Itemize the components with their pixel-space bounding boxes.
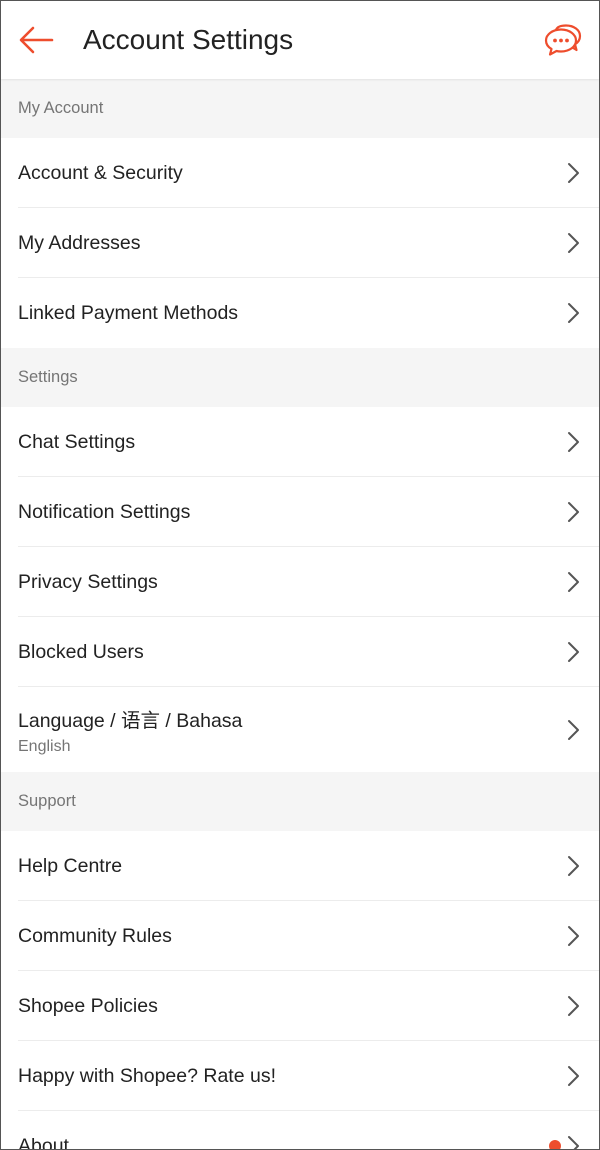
- screen: Account Settings My Account Account & Se…: [0, 0, 600, 1150]
- chevron-right-icon: [563, 924, 583, 948]
- section-header-support: Support: [1, 772, 599, 831]
- page-title: Account Settings: [83, 24, 294, 55]
- chat-bubbles-icon: [544, 24, 582, 56]
- item-label: Shopee Policies: [18, 994, 158, 1017]
- chevron-right-icon: [563, 640, 583, 664]
- arrow-left-icon: [19, 26, 54, 54]
- settings-item-about[interactable]: About: [1, 1111, 599, 1150]
- settings-item-privacy-settings[interactable]: Privacy Settings: [1, 547, 599, 617]
- chevron-right-icon: [563, 231, 583, 255]
- chevron-right-icon: [563, 854, 583, 878]
- chevron-right-icon: [563, 1064, 583, 1088]
- chat-button[interactable]: [533, 1, 593, 79]
- settings-item-my-addresses[interactable]: My Addresses: [1, 208, 599, 278]
- chevron-right-icon: [563, 161, 583, 185]
- chevron-right-icon: [563, 500, 583, 524]
- settings-item-language[interactable]: Language / 语言 / Bahasa English: [1, 687, 599, 772]
- item-label: Blocked Users: [18, 640, 144, 663]
- item-current-value: English: [18, 737, 71, 755]
- item-label: Privacy Settings: [18, 570, 158, 593]
- back-button[interactable]: [1, 1, 71, 79]
- settings-item-help-centre[interactable]: Help Centre: [1, 831, 599, 901]
- item-label: Community Rules: [18, 924, 172, 947]
- chevron-right-icon: [563, 301, 583, 325]
- settings-item-linked-payment-methods[interactable]: Linked Payment Methods: [1, 278, 599, 348]
- item-label: Linked Payment Methods: [18, 301, 239, 324]
- chevron-right-icon: [563, 718, 583, 742]
- settings-item-community-rules[interactable]: Community Rules: [1, 901, 599, 971]
- top-app-bar: Account Settings: [1, 1, 599, 79]
- item-label: Language / 语言 / Bahasa: [18, 709, 243, 732]
- item-label: Notification Settings: [18, 500, 191, 523]
- item-label: Help Centre: [18, 854, 123, 877]
- settings-item-notification-settings[interactable]: Notification Settings: [1, 477, 599, 547]
- item-label: Account & Security: [18, 161, 183, 184]
- item-label: My Addresses: [18, 231, 141, 254]
- item-label: About: [18, 1134, 69, 1150]
- section-header-my-account: My Account: [1, 79, 599, 138]
- settings-item-account-security[interactable]: Account & Security: [1, 138, 599, 208]
- section-header-settings: Settings: [1, 348, 599, 407]
- settings-item-rate-us[interactable]: Happy with Shopee? Rate us!: [1, 1041, 599, 1111]
- item-label: Happy with Shopee? Rate us!: [18, 1064, 276, 1087]
- item-label: Chat Settings: [18, 430, 136, 453]
- settings-item-blocked-users[interactable]: Blocked Users: [1, 617, 599, 687]
- chevron-right-icon: [563, 1134, 583, 1149]
- chevron-right-icon: [563, 430, 583, 454]
- new-indicator-dot: [549, 1140, 561, 1149]
- settings-item-shopee-policies[interactable]: Shopee Policies: [1, 971, 599, 1041]
- chevron-right-icon: [563, 994, 583, 1018]
- chevron-right-icon: [563, 570, 583, 594]
- settings-item-chat-settings[interactable]: Chat Settings: [1, 407, 599, 477]
